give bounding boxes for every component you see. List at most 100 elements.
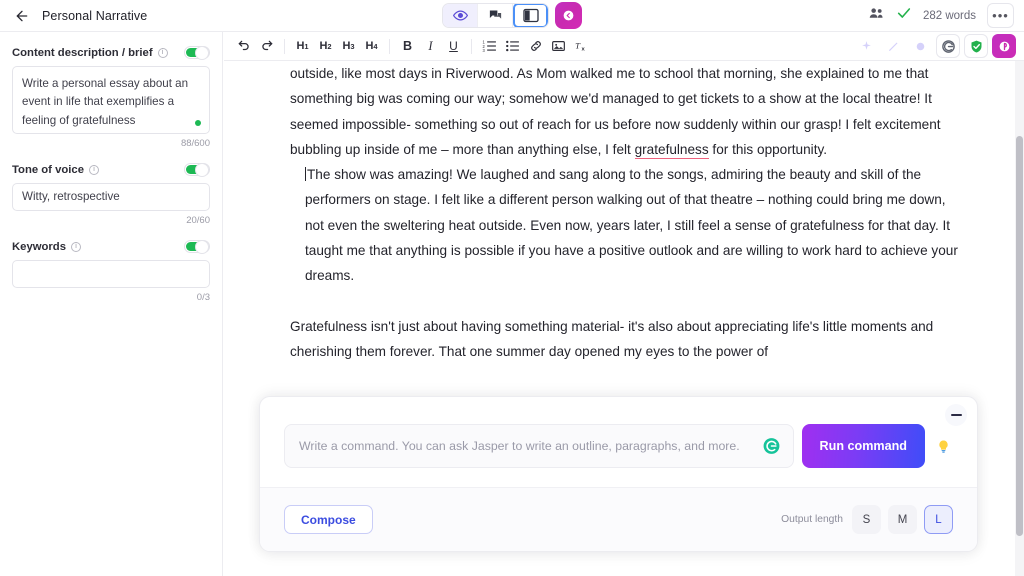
command-placeholder: Write a command. You can ask Jasper to w… — [299, 439, 740, 453]
shield-check-button[interactable] — [964, 34, 988, 58]
sidebar-field-brief: Content description / brief i Write a pe… — [12, 46, 210, 149]
p2-text: The show was amazing! We laughed and san… — [305, 167, 958, 284]
heading-1-button[interactable]: H1 — [291, 35, 314, 58]
toolbar-divider — [389, 38, 390, 54]
sparkle-button[interactable] — [855, 35, 878, 58]
comments-icon — [489, 10, 501, 19]
brief-value: Write a personal essay about an event in… — [22, 77, 189, 127]
heading-3-button[interactable]: H3 — [337, 35, 360, 58]
editor-toolbar-right — [855, 34, 1016, 58]
undo-button[interactable] — [232, 35, 255, 58]
output-length-label: Output length — [781, 514, 843, 525]
tone-label: Tone of voice — [12, 163, 84, 176]
command-input[interactable]: Write a command. You can ask Jasper to w… — [284, 424, 794, 468]
info-icon[interactable]: i — [88, 164, 99, 175]
bold-button[interactable]: B — [396, 35, 419, 58]
jasper-button[interactable] — [992, 34, 1016, 58]
circle-button[interactable] — [909, 35, 932, 58]
grammarly-button[interactable] — [936, 34, 960, 58]
output-length-l[interactable]: L — [924, 505, 953, 534]
arrow-left-icon — [16, 10, 28, 21]
preview-eye-icon — [452, 10, 468, 21]
sidebar-field-tone: Tone of voice i Witty, retrospective 20/… — [12, 163, 210, 226]
saved-status — [896, 5, 912, 26]
brief-status-dot — [195, 120, 201, 126]
hint-button[interactable] — [933, 438, 953, 455]
svg-text:T: T — [575, 40, 581, 50]
minimize-button[interactable] — [945, 404, 967, 426]
top-bar-right: 282 words ••• — [868, 3, 1014, 28]
team-members-icon — [869, 7, 883, 18]
keywords-input[interactable] — [12, 260, 210, 288]
undo-icon — [238, 40, 249, 51]
heading-3-sub: 3 — [350, 41, 355, 51]
underline-button[interactable]: U — [442, 35, 465, 58]
chevron-left-circle-icon — [563, 10, 574, 21]
brief-toggle[interactable] — [184, 46, 210, 60]
brief-counter: 88/600 — [180, 138, 210, 149]
tone-counter: 20/60 — [186, 215, 210, 226]
more-options-button[interactable]: ••• — [987, 3, 1014, 28]
page-title: Personal Narrative — [42, 8, 148, 23]
keywords-toggle[interactable] — [184, 240, 210, 254]
minimize-icon — [950, 413, 962, 417]
numbered-list-icon: 1 2 3 — [483, 40, 496, 53]
link-button[interactable] — [524, 35, 547, 58]
tone-label-left: Tone of voice i — [12, 164, 99, 176]
heading-2-button[interactable]: H2 — [314, 35, 337, 58]
heading-4-button[interactable]: H4 — [360, 35, 383, 58]
brief-label-left: Content description / brief i — [12, 47, 168, 59]
grammarly-icon — [763, 438, 779, 454]
tone-input[interactable]: Witty, retrospective — [12, 183, 210, 211]
team-members-button[interactable] — [868, 5, 885, 27]
clear-formatting-button[interactable]: T x — [570, 35, 593, 58]
tone-toggle[interactable] — [184, 163, 210, 177]
grammarly-status-icon[interactable] — [762, 437, 781, 456]
command-input-row: Write a command. You can ask Jasper to w… — [284, 424, 953, 468]
check-saved-icon — [897, 8, 911, 18]
output-length-group: Output length S M L — [781, 505, 953, 534]
image-icon — [552, 41, 565, 51]
view-mode-segmented — [442, 3, 549, 28]
magic-wand-icon — [889, 42, 898, 51]
link-icon — [530, 41, 541, 51]
text-caret — [305, 167, 306, 182]
redo-button[interactable] — [255, 35, 278, 58]
scrollbar-track[interactable] — [1015, 61, 1024, 576]
collapse-panel-button[interactable] — [555, 2, 582, 29]
image-button[interactable] — [547, 35, 570, 58]
redo-icon — [261, 40, 272, 51]
split-panel-button[interactable] — [513, 4, 548, 27]
run-command-button[interactable]: Run command — [801, 424, 925, 468]
heading-4-sub: 4 — [373, 41, 378, 51]
split-panel-icon — [522, 8, 539, 23]
info-icon[interactable]: i — [71, 241, 81, 252]
keywords-label-row: Keywords i — [12, 240, 210, 254]
command-panel: Write a command. You can ask Jasper to w… — [259, 396, 978, 552]
comments-button[interactable] — [478, 4, 513, 27]
back-button[interactable] — [8, 2, 36, 30]
tone-label-row: Tone of voice i — [12, 163, 210, 177]
output-length-m[interactable]: M — [888, 505, 917, 534]
lightbulb-icon — [938, 440, 948, 453]
heading-2-sub: 2 — [327, 41, 332, 51]
output-length-s[interactable]: S — [852, 505, 881, 534]
circle-icon — [916, 42, 925, 50]
toggle-knob — [195, 163, 209, 177]
paragraph-3: Gratefulness isn't just about having som… — [290, 314, 964, 365]
info-icon[interactable]: i — [157, 47, 168, 58]
bullet-list-button[interactable] — [501, 35, 524, 58]
brief-input[interactable]: Write a personal essay about an event in… — [12, 66, 210, 134]
preview-eye-button[interactable] — [443, 4, 478, 27]
sidebar-field-keywords: Keywords i 0/3 — [12, 240, 210, 303]
heading-1-sub: 1 — [304, 41, 309, 51]
italic-button[interactable]: I — [419, 35, 442, 58]
compose-button[interactable]: Compose — [284, 505, 373, 534]
magic-wand-button[interactable] — [882, 35, 905, 58]
misspelled-word[interactable]: gratefulness — [634, 141, 709, 159]
ordered-list-button[interactable]: 1 2 3 — [478, 35, 501, 58]
scrollbar-thumb[interactable] — [1016, 136, 1023, 536]
clear-formatting-icon: T x — [575, 40, 585, 52]
brief-label: Content description / brief — [12, 46, 153, 59]
